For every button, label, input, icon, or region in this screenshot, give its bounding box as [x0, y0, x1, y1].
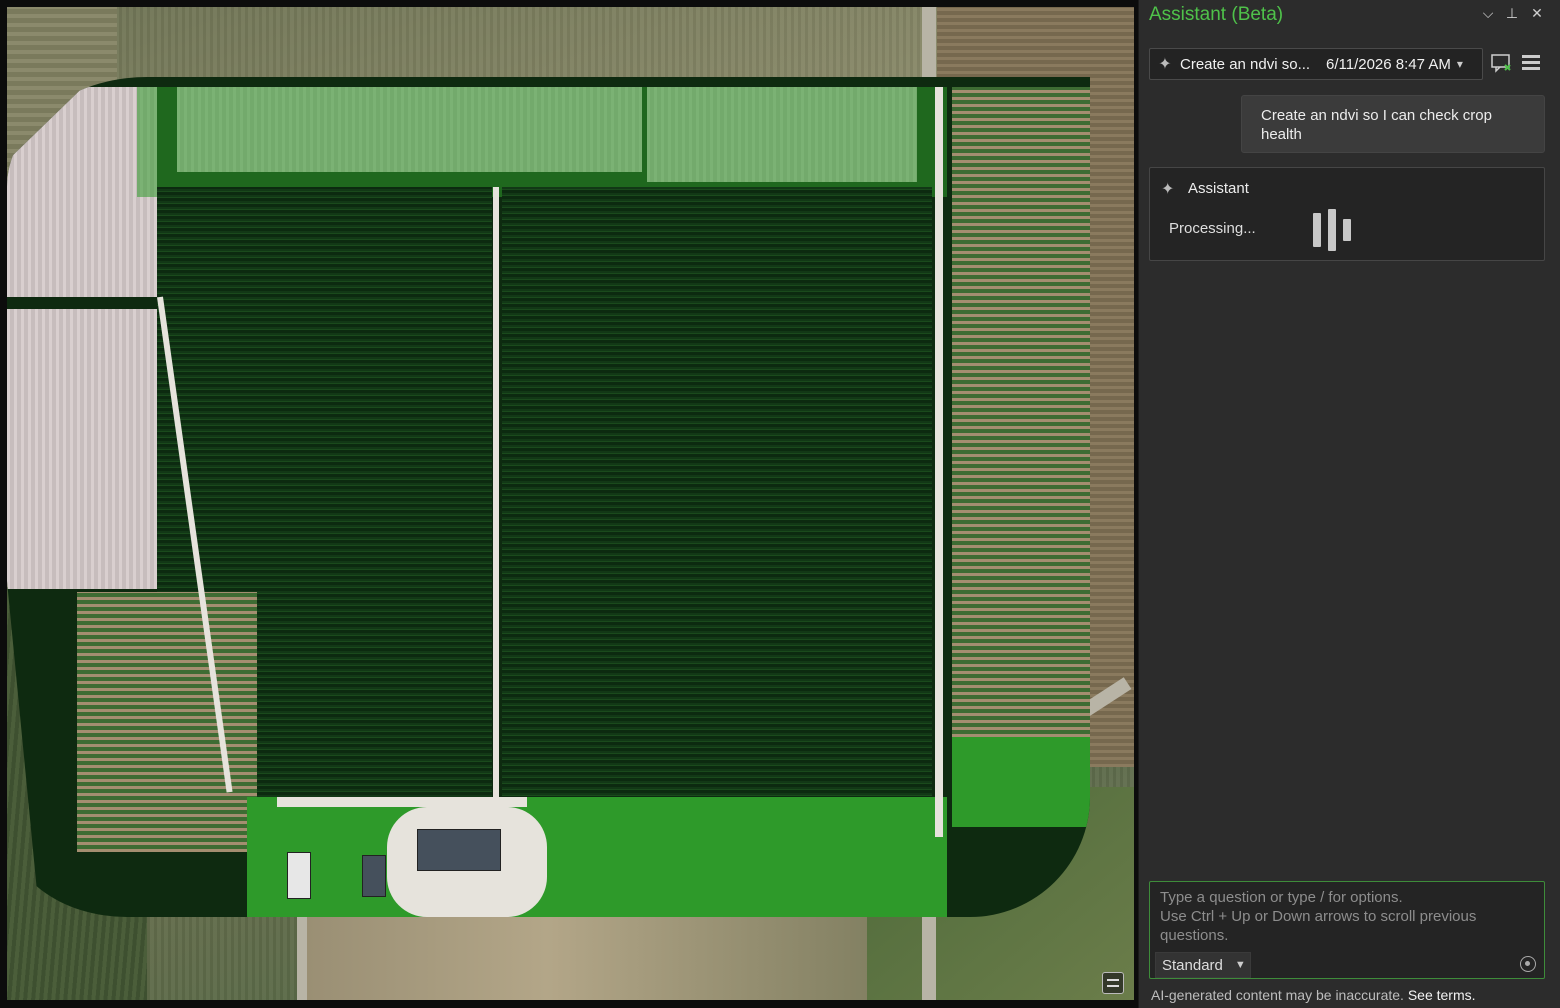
conversation-title: Create an ndvi so... — [1180, 55, 1311, 73]
orchard-rows — [952, 87, 1090, 737]
map-view[interactable] — [7, 7, 1134, 1000]
sparkle-icon: ✦ — [1158, 56, 1172, 73]
chevron-down-icon: ▼ — [1234, 959, 1246, 971]
user-message: Create an ndvi so I can check crop healt… — [1241, 95, 1545, 153]
new-chat-icon[interactable] — [1491, 53, 1513, 73]
menu-icon[interactable] — [1522, 55, 1540, 71]
assistant-name: Assistant — [1188, 180, 1249, 197]
chevron-down-icon[interactable]: ⌵ — [1479, 4, 1497, 22]
orchard-rows — [77, 592, 257, 852]
farm-lane — [493, 187, 499, 827]
conversation-timestamp: 6/11/2026 8:47 AM — [1326, 55, 1451, 73]
vegetation-border — [247, 797, 947, 917]
sparkle-icon: ✦ — [1161, 181, 1175, 198]
mode-select-label: Standard — [1162, 956, 1223, 974]
mode-select[interactable]: Standard ▼ — [1155, 952, 1251, 978]
question-input-box: Standard ▼ — [1149, 881, 1545, 979]
ndvi-raster-layer — [7, 77, 1090, 917]
see-terms-link[interactable]: See terms. — [1408, 987, 1476, 1003]
vegetation-border — [137, 87, 947, 197]
loading-indicator-icon — [1313, 209, 1353, 253]
question-input[interactable] — [1150, 882, 1544, 952]
disclaimer: AI-generated content may be inaccurate. … — [1151, 987, 1476, 1003]
disclaimer-text: AI-generated content may be inaccurate. — [1151, 987, 1404, 1003]
farm-building — [287, 852, 311, 899]
crop-field — [502, 187, 932, 837]
close-icon[interactable]: ✕ — [1528, 4, 1546, 22]
pin-icon[interactable]: ⊥ — [1503, 4, 1521, 22]
send-icon[interactable] — [1520, 956, 1536, 972]
farm-building — [417, 829, 501, 871]
farm-building — [362, 855, 386, 897]
farm-lane — [277, 797, 527, 807]
pane-title: Assistant (Beta) — [1149, 4, 1284, 25]
chevron-down-icon: ▾ — [1456, 57, 1463, 71]
assistant-pane: Assistant (Beta) ⌵ ⊥ ✕ ✦ Create an ndvi … — [1138, 0, 1560, 1008]
map-tool-icon[interactable] — [1102, 972, 1124, 994]
assistant-message: ✦ Assistant Processing... — [1149, 167, 1545, 261]
conversation-select[interactable]: ✦ Create an ndvi so... 6/11/2026 8:47 AM… — [1149, 48, 1483, 80]
farm-lane — [935, 87, 943, 837]
processing-status: Processing... — [1169, 220, 1256, 237]
vegetation-border — [952, 737, 1090, 827]
